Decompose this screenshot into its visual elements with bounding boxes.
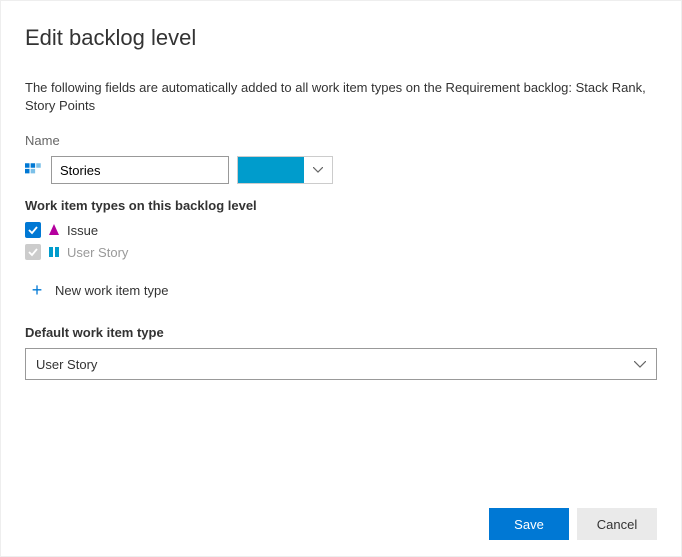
backlog-level-icon [25, 161, 43, 179]
cancel-button[interactable]: Cancel [577, 508, 657, 540]
add-work-item-type-button[interactable]: + New work item type [25, 273, 657, 307]
name-label: Name [25, 133, 657, 148]
work-item-types-label: Work item types on this backlog level [25, 198, 657, 213]
dialog-description: The following fields are automatically a… [25, 79, 657, 115]
check-icon [28, 247, 38, 257]
check-icon [28, 225, 38, 235]
user-story-icon [47, 245, 61, 259]
chevron-down-icon [313, 167, 323, 173]
name-input[interactable] [51, 156, 229, 184]
work-item-type-row: User Story [25, 241, 657, 263]
default-type-section: Default work item type User Story [25, 325, 657, 380]
color-picker[interactable] [237, 156, 333, 184]
work-item-types-list: Issue User Story [25, 219, 657, 263]
issue-icon [47, 223, 61, 237]
work-item-type-row: Issue [25, 219, 657, 241]
add-work-item-type-label: New work item type [55, 283, 168, 298]
default-type-value: User Story [36, 357, 97, 372]
default-type-select[interactable]: User Story [25, 348, 657, 380]
checkbox-user-story [25, 244, 41, 260]
name-row [25, 156, 657, 184]
color-swatch [238, 157, 304, 183]
default-type-label: Default work item type [25, 325, 657, 340]
dialog-title: Edit backlog level [25, 25, 657, 51]
chevron-down-icon [634, 361, 646, 368]
edit-backlog-dialog: Edit backlog level The following fields … [1, 1, 681, 380]
color-dropdown-toggle[interactable] [304, 157, 332, 183]
dialog-footer: Save Cancel [489, 508, 657, 540]
work-item-type-label: User Story [67, 245, 128, 260]
plus-icon: + [29, 281, 45, 299]
work-item-type-label: Issue [67, 223, 98, 238]
checkbox-issue[interactable] [25, 222, 41, 238]
save-button[interactable]: Save [489, 508, 569, 540]
